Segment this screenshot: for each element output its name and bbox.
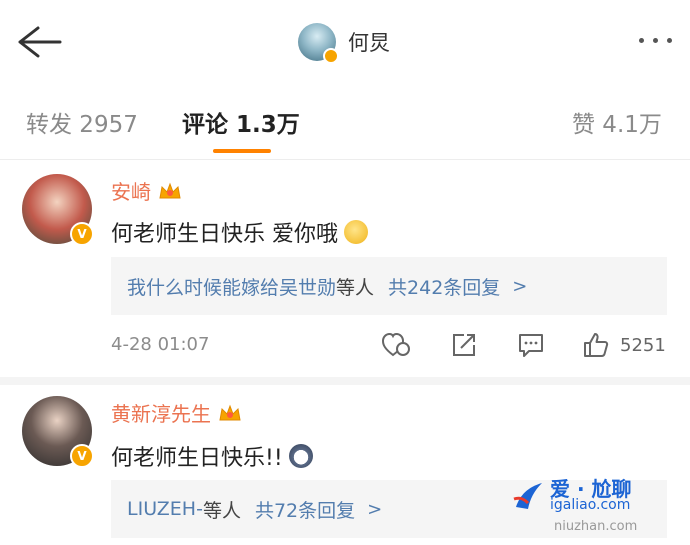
- tab-reposts[interactable]: 转发 2957: [26, 105, 138, 139]
- verified-badge-icon: [323, 48, 339, 64]
- comment-text: 何老师生日快乐!!: [111, 440, 313, 472]
- tab-comments[interactable]: 评论 1.3万: [182, 105, 300, 139]
- reply-count[interactable]: 共242条回复: [388, 273, 500, 300]
- comment-body: 何老师生日快乐!!: [111, 446, 283, 471]
- comment-username[interactable]: 安崎: [111, 176, 183, 205]
- comment-username[interactable]: 黄新淳先生: [111, 398, 243, 427]
- replies-preview[interactable]: 我什么时候能嫁给吴世勋 等人 共242条回复 >: [111, 257, 667, 315]
- page-title: 何炅: [348, 31, 390, 55]
- top-bar: 何炅: [0, 0, 690, 82]
- reply-suffix: 等人: [336, 276, 375, 299]
- watermark-url: igaliao.com: [550, 497, 631, 513]
- like-button[interactable]: 5251: [582, 330, 666, 360]
- reply-suffix: 等人: [202, 499, 241, 522]
- avatar[interactable]: [298, 23, 339, 64]
- comment-body: 何老师生日快乐 爱你哦: [111, 222, 338, 247]
- more-dots-icon[interactable]: [639, 38, 672, 43]
- comment-text: 何老师生日快乐 爱你哦: [111, 216, 368, 248]
- reply-button[interactable]: [517, 330, 545, 360]
- verified-v-icon: V: [70, 222, 94, 246]
- avatar[interactable]: V: [22, 396, 94, 468]
- arrow-left-icon[interactable]: [14, 22, 62, 62]
- chevron-right-icon[interactable]: >: [367, 499, 382, 520]
- vip-crown-icon: [219, 404, 241, 420]
- like-count: 5251: [620, 334, 666, 356]
- react-button[interactable]: [381, 330, 411, 360]
- reply-count[interactable]: 共72条回复: [255, 496, 355, 523]
- active-tab-indicator: [213, 149, 271, 153]
- tab-bar: 转发 2957 评论 1.3万 赞 4.1万: [0, 82, 690, 160]
- post-author[interactable]: 何炅: [298, 20, 390, 64]
- vip-crown-icon: [159, 182, 181, 198]
- comment-time: 4-28 01:07: [111, 334, 210, 355]
- share-icon[interactable]: [451, 332, 477, 358]
- comment-icon[interactable]: [517, 332, 545, 358]
- thumbs-up-icon[interactable]: [582, 331, 610, 359]
- reply-names[interactable]: LIUZEH-: [127, 498, 203, 520]
- reply-names[interactable]: 我什么时候能嫁给吴世勋: [127, 273, 336, 300]
- heart-react-icon[interactable]: [381, 331, 411, 359]
- verified-v-icon: V: [70, 444, 94, 468]
- watermark: 爱 · 尬聊 igaliao.com niuzhan.com: [510, 473, 680, 541]
- tab-likes[interactable]: 赞 4.1万: [572, 105, 662, 139]
- watermark-logo-icon: [513, 483, 542, 509]
- husky-emoji-icon: [288, 444, 313, 468]
- avatar[interactable]: V: [22, 174, 94, 246]
- watermark-sub: niuzhan.com: [554, 519, 638, 534]
- comment-item: V 安崎 何老师生日快乐 爱你哦 我什么时候能嫁给吴世勋 等人 共242条回复 …: [0, 160, 690, 378]
- username-text[interactable]: 黄新淳先生: [111, 398, 211, 427]
- repost-button[interactable]: [451, 330, 477, 360]
- chevron-right-icon[interactable]: >: [512, 276, 527, 297]
- smile-emoji-icon: [344, 220, 368, 244]
- username-text[interactable]: 安崎: [111, 176, 151, 205]
- comment-footer: 4-28 01:07 5251: [0, 330, 690, 360]
